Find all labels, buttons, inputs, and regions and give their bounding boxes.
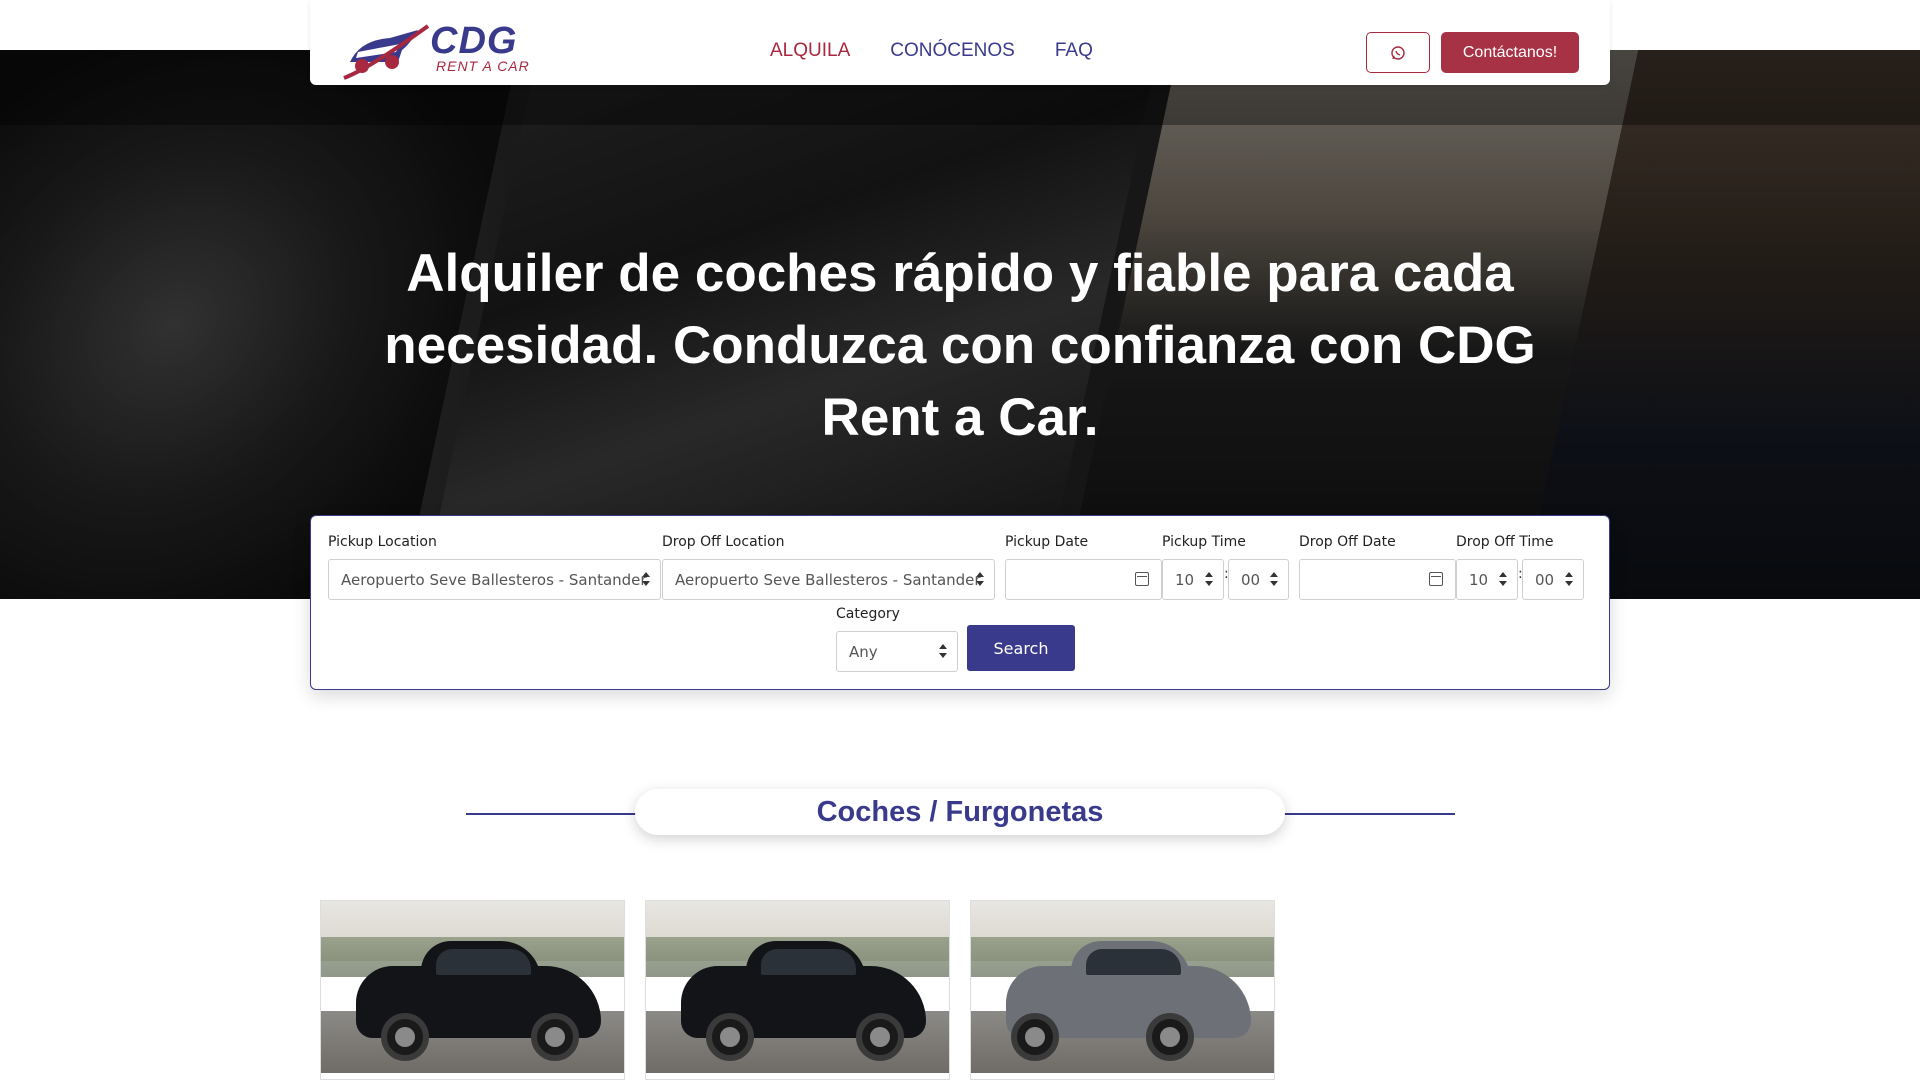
car-card[interactable] xyxy=(320,900,625,1080)
logo-car-icon xyxy=(343,24,430,80)
select-arrows-icon xyxy=(1270,572,1278,588)
search-form: Pickup Location Aeropuerto Seve Balleste… xyxy=(310,515,1610,690)
section-divider-left xyxy=(466,813,646,815)
nav-faq[interactable]: FAQ xyxy=(1055,40,1093,62)
car-wheel xyxy=(1146,1013,1194,1061)
dropoff-hour-select[interactable]: 10 xyxy=(1456,559,1518,600)
category-select[interactable]: Any xyxy=(836,631,958,672)
car-wheel xyxy=(531,1013,579,1061)
dropoff-minute-value: 00 xyxy=(1535,570,1555,589)
category-label: Category xyxy=(836,606,900,622)
pickup-time-label: Pickup Time xyxy=(1162,534,1246,550)
whatsapp-icon xyxy=(1391,45,1405,60)
page: Alquiler de coches rápido y fiable para … xyxy=(0,0,1920,1080)
select-arrows-icon xyxy=(1205,572,1213,588)
pickup-minute-select[interactable]: 00 xyxy=(1228,559,1289,600)
pickup-hour-value: 10 xyxy=(1175,570,1195,589)
car-wheel xyxy=(1011,1013,1059,1061)
nav-alquila[interactable]: ALQUILA xyxy=(770,40,850,62)
car-card[interactable] xyxy=(645,900,950,1080)
category-value: Any xyxy=(849,642,878,661)
main-nav: ALQUILA CONÓCENOS FAQ xyxy=(770,40,1093,62)
dropoff-location-value: Aeropuerto Seve Ballesteros - Santander xyxy=(675,570,981,589)
car-image[interactable] xyxy=(971,901,1274,1073)
logo-brand: CDG xyxy=(430,20,518,62)
car-image[interactable] xyxy=(646,901,949,1073)
logo[interactable]: CDG RENT A CAR xyxy=(340,18,530,80)
contact-button[interactable]: Contáctanos! xyxy=(1441,32,1579,73)
calendar-icon xyxy=(1135,572,1149,586)
nav-conocenos[interactable]: CONÓCENOS xyxy=(890,40,1015,62)
select-arrows-icon xyxy=(1565,572,1573,588)
pickup-location-select[interactable]: Aeropuerto Seve Ballesteros - Santander xyxy=(328,559,661,600)
pickup-date-label: Pickup Date xyxy=(1005,534,1089,550)
pickup-location-label: Pickup Location xyxy=(328,534,437,550)
dropoff-date-input[interactable] xyxy=(1299,559,1456,600)
pickup-hour-select[interactable]: 10 xyxy=(1162,559,1224,600)
car-window xyxy=(761,949,856,975)
logo-tagline: RENT A CAR xyxy=(436,58,530,74)
car-wheel xyxy=(381,1013,429,1061)
site-header: CDG RENT A CAR ALQUILA CONÓCENOS FAQ Con… xyxy=(310,0,1610,85)
car-image[interactable] xyxy=(321,901,624,1073)
section-header: Coches / Furgonetas xyxy=(635,789,1285,835)
pickup-location-value: Aeropuerto Seve Ballesteros - Santander xyxy=(341,570,647,589)
car-window xyxy=(1086,949,1181,975)
select-arrows-icon xyxy=(976,572,984,588)
car-wheel xyxy=(856,1013,904,1061)
section-divider-right xyxy=(1275,813,1455,815)
car-window xyxy=(436,949,531,975)
pickup-minute-value: 00 xyxy=(1241,570,1261,589)
dropoff-hour-value: 10 xyxy=(1469,570,1489,589)
calendar-icon xyxy=(1429,572,1443,586)
select-arrows-icon xyxy=(642,572,650,588)
dropoff-location-select[interactable]: Aeropuerto Seve Ballesteros - Santander xyxy=(662,559,995,600)
dropoff-location-label: Drop Off Location xyxy=(662,534,785,550)
pickup-date-input[interactable] xyxy=(1005,559,1162,600)
select-arrows-icon xyxy=(1499,572,1507,588)
search-button[interactable]: Search xyxy=(967,625,1075,671)
hero-title: Alquiler de coches rápido y fiable para … xyxy=(384,244,1536,447)
dropoff-date-label: Drop Off Date xyxy=(1299,534,1396,550)
dropoff-minute-select[interactable]: 00 xyxy=(1522,559,1584,600)
whatsapp-button[interactable] xyxy=(1366,32,1430,73)
dropoff-time-label: Drop Off Time xyxy=(1456,534,1554,550)
car-wheel xyxy=(706,1013,754,1061)
select-arrows-icon xyxy=(939,644,947,660)
section-title: Coches / Furgonetas xyxy=(816,795,1104,828)
car-card[interactable] xyxy=(970,900,1275,1080)
